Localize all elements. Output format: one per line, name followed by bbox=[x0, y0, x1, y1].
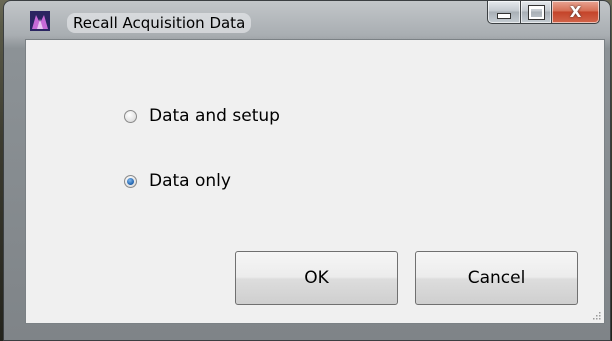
minimize-icon bbox=[497, 13, 511, 19]
maximize-icon bbox=[527, 4, 545, 20]
window-title: Recall Acquisition Data bbox=[67, 13, 252, 33]
dialog-window: Recall Acquisition Data X Data and setup… bbox=[3, 0, 611, 341]
cancel-button[interactable]: Cancel bbox=[415, 251, 578, 305]
option-label-data-only: Data only bbox=[149, 171, 231, 191]
maximize-button[interactable] bbox=[521, 1, 552, 24]
option-data-and-setup[interactable]: Data and setup bbox=[124, 106, 280, 126]
close-button[interactable]: X bbox=[552, 1, 600, 24]
resize-grip-icon[interactable] bbox=[591, 310, 601, 320]
option-data-only[interactable]: Data only bbox=[124, 171, 231, 191]
title-bar[interactable]: Recall Acquisition Data X bbox=[4, 1, 610, 37]
ok-button[interactable]: OK bbox=[235, 251, 398, 305]
dialog-content: Data and setup Data only OK Cancel bbox=[25, 39, 605, 324]
app-icon bbox=[30, 11, 50, 31]
minimize-button[interactable] bbox=[487, 1, 521, 24]
option-label-data-and-setup: Data and setup bbox=[149, 106, 280, 126]
caption-buttons: X bbox=[487, 1, 600, 27]
radio-data-only[interactable] bbox=[124, 174, 137, 188]
close-icon: X bbox=[569, 2, 582, 21]
radio-data-and-setup[interactable] bbox=[124, 109, 137, 123]
